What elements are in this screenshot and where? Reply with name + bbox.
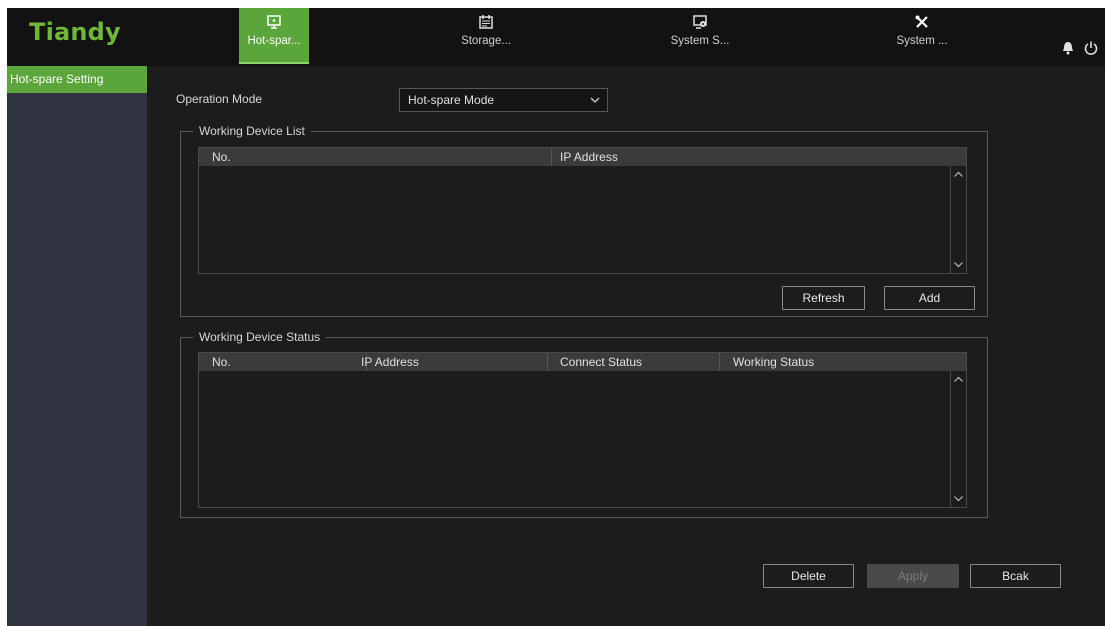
operation-mode-value: Hot-spare Mode: [408, 93, 495, 107]
tab-system[interactable]: System ...: [887, 8, 957, 64]
column-header-ip-address[interactable]: IP Address: [361, 354, 419, 370]
scroll-down-icon[interactable]: [953, 259, 964, 270]
scrollbar[interactable]: [950, 166, 966, 273]
brand-logo: Tiandy: [29, 18, 121, 46]
back-button[interactable]: Bcak: [970, 564, 1061, 588]
calendar-icon: [479, 15, 493, 29]
chevron-down-icon: [590, 97, 600, 103]
working-device-list-group: Working Device List No. IP Address Refre…: [180, 123, 988, 317]
top-navigation-bar: Tiandy Hot-spar... Storage... System S..…: [7, 8, 1105, 66]
power-icon[interactable]: [1083, 40, 1099, 56]
table-header: No. IP Address Connect Status Working St…: [199, 353, 966, 371]
sidebar-item-hot-spare-setting[interactable]: Hot-spare Setting: [7, 66, 147, 93]
operation-mode-select[interactable]: Hot-spare Mode: [399, 88, 608, 112]
tab-system-settings[interactable]: System S...: [665, 8, 735, 64]
tab-hot-spare[interactable]: Hot-spar...: [239, 8, 309, 64]
tools-icon: [915, 15, 928, 28]
working-device-status-legend: Working Device Status: [193, 329, 327, 345]
table-header: No. IP Address: [199, 148, 966, 166]
add-button[interactable]: Add: [884, 286, 975, 310]
column-header-no[interactable]: No.: [212, 354, 231, 370]
working-device-list-legend: Working Device List: [193, 123, 311, 139]
tab-label: Hot-spar...: [247, 35, 301, 47]
working-device-status-group: Working Device Status No. IP Address Con…: [180, 329, 988, 518]
column-divider: [547, 353, 548, 371]
scroll-down-icon[interactable]: [953, 493, 964, 504]
working-device-list-table: No. IP Address: [198, 147, 967, 274]
column-header-ip-address[interactable]: IP Address: [560, 149, 618, 165]
column-divider: [551, 148, 552, 166]
tab-label: System S...: [670, 35, 730, 47]
scroll-up-icon[interactable]: [953, 374, 964, 385]
column-divider: [719, 353, 720, 371]
column-header-connect-status[interactable]: Connect Status: [560, 354, 642, 370]
tab-label: Storage...: [461, 35, 511, 47]
operation-mode-label: Operation Mode: [176, 92, 263, 106]
tab-storage[interactable]: Storage...: [451, 8, 521, 64]
column-header-working-status[interactable]: Working Status: [733, 354, 814, 370]
sidebar: Hot-spare Setting: [7, 66, 147, 626]
bell-icon[interactable]: [1061, 40, 1075, 56]
apply-button[interactable]: Apply: [867, 564, 959, 588]
app-window: Tiandy Hot-spar... Storage... System S..…: [7, 8, 1105, 626]
tab-label: System ...: [896, 35, 948, 47]
scrollbar[interactable]: [950, 371, 966, 507]
column-header-no[interactable]: No.: [212, 149, 231, 165]
scroll-up-icon[interactable]: [953, 169, 964, 180]
refresh-button[interactable]: Refresh: [782, 286, 865, 310]
monitor-icon: [267, 15, 281, 29]
delete-button[interactable]: Delete: [763, 564, 854, 588]
screen-settings-icon: [693, 15, 707, 29]
working-device-status-table: No. IP Address Connect Status Working St…: [198, 352, 967, 508]
